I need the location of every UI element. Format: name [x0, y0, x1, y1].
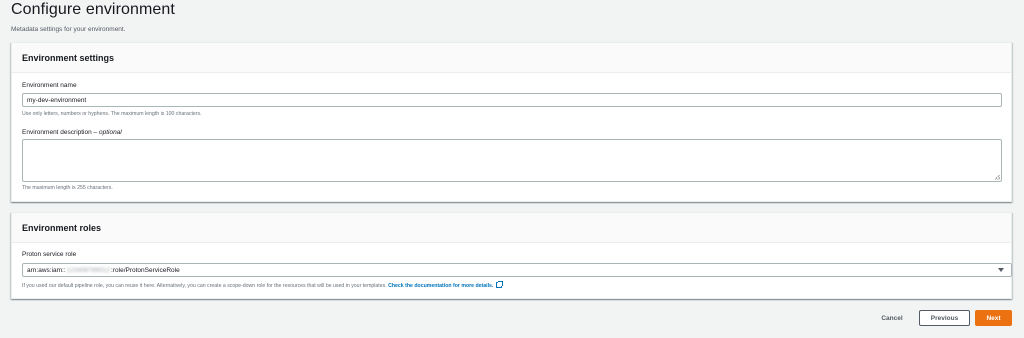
proton-service-role-label: Proton service role: [22, 251, 77, 258]
panel-header: Environment settings: [12, 43, 1011, 73]
environment-name-value: my-dev-environment: [27, 96, 87, 104]
environment-settings-panel: Environment settings Environment name my…: [11, 42, 1012, 202]
environment-name-label: Environment name: [22, 82, 77, 89]
panel-header: Environment roles: [12, 213, 1011, 243]
role-arn-prefix: arn:aws:iam::: [27, 266, 66, 274]
role-arn-suffix: :role/ProtonServiceRole: [111, 266, 180, 274]
external-link-icon: [496, 281, 504, 288]
environment-description-textarea[interactable]: [22, 139, 1002, 182]
proton-service-role-hint: If you used our default pipeline role, y…: [22, 281, 504, 289]
resize-handle-icon[interactable]: [995, 175, 1000, 180]
role-account-id-masked: 123456789012: [66, 266, 111, 274]
environment-name-input[interactable]: my-dev-environment: [22, 93, 1002, 107]
description-label-text: Environment description: [22, 129, 92, 136]
page-title: Configure environment: [11, 1, 175, 18]
documentation-link[interactable]: Check the documentation for more details…: [388, 281, 504, 289]
environment-roles-heading: Environment roles: [22, 222, 102, 233]
cancel-button[interactable]: Cancel: [870, 310, 914, 326]
description-label-separator: –: [91, 129, 99, 136]
caret-down-icon: [998, 268, 1004, 272]
environment-roles-panel: Environment roles Proton service role ar…: [11, 212, 1012, 299]
environment-description-hint: The maximum length is 255 characters.: [22, 185, 113, 191]
environment-name-hint: Use only letters, numbers or hyphens. Th…: [22, 111, 202, 117]
proton-service-role-select[interactable]: arn:aws:iam:: 123456789012:role/ProtonSer…: [22, 263, 1012, 277]
page-subtitle: Metadata settings for your environment.: [11, 26, 126, 33]
environment-description-label: Environment description – optional: [22, 129, 122, 136]
documentation-link-label: Check the documentation for more details…: [388, 283, 494, 289]
optional-tag: optional: [98, 129, 122, 136]
role-hint-text: If you used our default pipeline role, y…: [22, 283, 387, 289]
next-button[interactable]: Next: [975, 310, 1012, 326]
environment-settings-heading: Environment settings: [22, 52, 115, 63]
previous-button[interactable]: Previous: [919, 310, 970, 326]
